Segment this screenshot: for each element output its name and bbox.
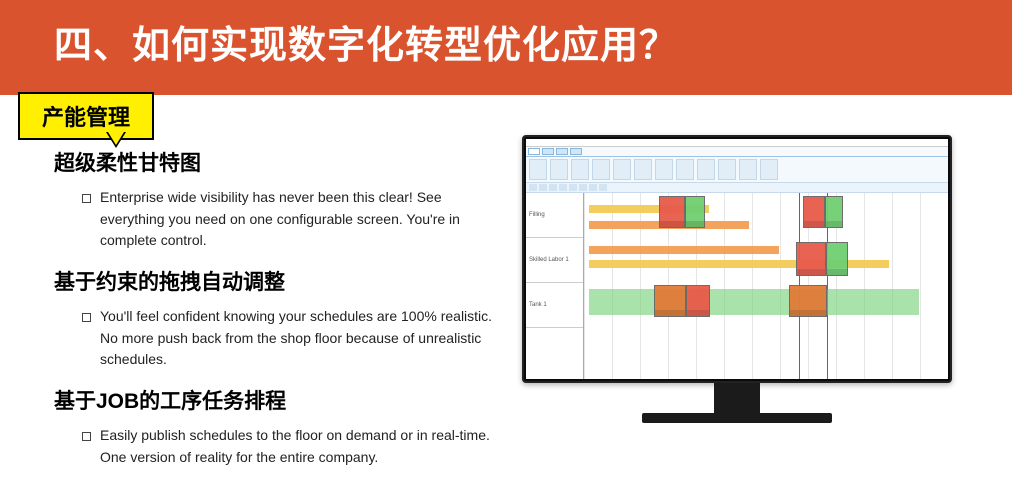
preview-gantt-chart <box>584 193 948 379</box>
toolbar-button-icon <box>589 184 597 191</box>
text-column: 超级柔性甘特图 Enterprise wide visibility has n… <box>54 147 504 475</box>
gantt-block <box>789 285 827 317</box>
gantt-row-label: Tank 1 <box>526 283 583 328</box>
preview-titlebar <box>526 139 948 147</box>
gantt-row-label: Skilled Labor 1 <box>526 238 583 283</box>
preview-ribbon <box>526 157 948 183</box>
ribbon-button-icon <box>592 159 610 180</box>
ribbon-button-icon <box>550 159 568 180</box>
ribbon-button-icon <box>634 159 652 180</box>
callout-pointer-icon <box>106 132 126 148</box>
topic-callout-label: 产能管理 <box>18 92 154 140</box>
gantt-block <box>826 242 848 276</box>
preview-tab <box>528 148 540 155</box>
gantt-block <box>796 242 826 276</box>
gantt-bar <box>589 289 919 315</box>
ribbon-button-icon <box>697 159 715 180</box>
ribbon-button-icon <box>718 159 736 180</box>
ribbon-button-icon <box>529 159 547 180</box>
content-row: 超级柔性甘特图 Enterprise wide visibility has n… <box>0 95 1012 475</box>
ribbon-button-icon <box>760 159 778 180</box>
ribbon-button-icon <box>571 159 589 180</box>
section-bullet-2: You'll feel confident knowing your sched… <box>82 306 504 371</box>
preview-tab <box>542 148 554 155</box>
preview-gantt-row-labels: Filling Skilled Labor 1 Tank 1 <box>526 193 584 379</box>
gantt-block <box>685 196 705 228</box>
preview-toolbar <box>526 183 948 193</box>
section-heading-2: 基于约束的拖拽自动调整 <box>54 266 504 296</box>
ribbon-button-icon <box>676 159 694 180</box>
preview-tab <box>570 148 582 155</box>
gantt-row <box>584 193 948 238</box>
section-heading-3: 基于JOB的工序任务排程 <box>54 385 504 415</box>
gantt-row <box>584 283 948 328</box>
monitor-stand-base <box>642 413 832 423</box>
gantt-block <box>686 285 710 317</box>
gantt-block <box>659 196 685 228</box>
monitor-illustration: Filling Skilled Labor 1 Tank 1 <box>522 135 952 423</box>
slide-header: 四、如何实现数字化转型优化应用？ <box>0 0 1012 95</box>
slide-title: 四、如何实现数字化转型优化应用？ <box>54 25 678 67</box>
illustration-column: Filling Skilled Labor 1 Tank 1 <box>524 147 982 475</box>
toolbar-button-icon <box>579 184 587 191</box>
gantt-row-label: Filling <box>526 193 583 238</box>
toolbar-button-icon <box>539 184 547 191</box>
ribbon-button-icon <box>739 159 757 180</box>
gantt-block <box>654 285 686 317</box>
toolbar-button-icon <box>599 184 607 191</box>
toolbar-button-icon <box>569 184 577 191</box>
ribbon-button-icon <box>655 159 673 180</box>
section-bullet-3: Easily publish schedules to the floor on… <box>82 425 504 468</box>
monitor-bezel: Filling Skilled Labor 1 Tank 1 <box>522 135 952 383</box>
gantt-row <box>584 238 948 283</box>
screenshot-preview: Filling Skilled Labor 1 Tank 1 <box>526 139 948 379</box>
gantt-bar <box>589 246 779 254</box>
toolbar-button-icon <box>559 184 567 191</box>
monitor-stand-neck <box>714 383 760 413</box>
ribbon-button-icon <box>613 159 631 180</box>
toolbar-button-icon <box>529 184 537 191</box>
section-heading-1: 超级柔性甘特图 <box>54 147 504 177</box>
gantt-block <box>825 196 843 228</box>
topic-callout: 产能管理 <box>18 92 154 140</box>
preview-tabs <box>526 147 948 157</box>
toolbar-button-icon <box>549 184 557 191</box>
preview-tab <box>556 148 568 155</box>
preview-gantt: Filling Skilled Labor 1 Tank 1 <box>526 193 948 379</box>
gantt-block <box>803 196 825 228</box>
section-bullet-1: Enterprise wide visibility has never bee… <box>82 187 504 252</box>
